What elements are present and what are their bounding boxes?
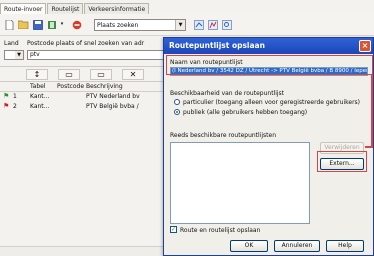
ok-button[interactable]: OK	[230, 240, 268, 252]
chevron-down-icon[interactable]: ▼	[175, 20, 185, 30]
save-route-checkbox[interactable]: ✓	[170, 226, 177, 233]
save-route-label[interactable]: Route en routelijst opslaan	[180, 227, 260, 234]
horizontal-scrollbar[interactable]	[0, 246, 168, 256]
public-radio[interactable]	[174, 109, 180, 115]
chevron-down-icon[interactable]: ▼	[15, 51, 23, 59]
row-tabel: Kant...	[30, 93, 50, 100]
place-search-combo[interactable]: Plaats zoeken ▼	[94, 19, 186, 31]
grid-header: Tabel Postcode Beschrijving	[0, 82, 168, 92]
highlight-extern-button	[317, 151, 367, 172]
table-row[interactable]: ⚑ 1 Kant... PTV Nederland bv	[0, 92, 168, 102]
land-label: Land	[4, 40, 19, 47]
column-header-postcode[interactable]: Postcode	[57, 83, 84, 90]
open-icon[interactable]	[17, 18, 30, 31]
map-icon[interactable]	[206, 18, 219, 31]
row-number: 1	[13, 93, 17, 100]
new-icon[interactable]	[3, 18, 16, 31]
cancel-button[interactable]: Annuleren	[274, 240, 320, 252]
row-number: 2	[13, 103, 17, 110]
dialog-title: Routepuntlijst opslaan	[169, 41, 265, 50]
row-tabel: Kant...	[30, 103, 50, 110]
main-toolbar: ▾ Plaats zoeken ▼	[0, 14, 374, 36]
save-icon[interactable]	[31, 18, 44, 31]
postcode-input[interactable]: ptv	[27, 50, 167, 60]
table-row[interactable]: ⚑ 2 Kant... PTV België bvba /	[0, 102, 168, 112]
column-header-tabel[interactable]: Tabel	[30, 83, 46, 90]
postcode-label: Postcode plaats of snel zoeken van adr	[27, 40, 145, 47]
place-search-value: Plaats zoeken	[97, 21, 139, 29]
tab-route-invoer[interactable]: Route-invoer	[0, 3, 47, 14]
highlight-connector	[365, 146, 373, 148]
delete-icon[interactable]: ✕	[122, 69, 144, 80]
zoom-icon[interactable]	[220, 18, 233, 31]
copy-icon[interactable]: ▭	[58, 69, 80, 80]
main-tabs: Route-invoer Routelijst Verkeersinformat…	[0, 3, 150, 14]
dialog-titlebar[interactable]: Routepuntlijst opslaan ×	[164, 38, 373, 54]
existing-lists-label: Reeds beschikbare routepuntlijsten	[170, 132, 277, 139]
tab-routelijst[interactable]: Routelijst	[47, 3, 84, 14]
help-button[interactable]: Help	[326, 240, 364, 252]
tab-verkeersinformatie[interactable]: Verkeersinformatie	[84, 3, 150, 14]
highlight-connector	[371, 75, 373, 147]
private-radio[interactable]	[174, 99, 180, 105]
grid-toolbar: ↕ ▭ ▭ ✕	[0, 66, 168, 82]
flag-icon: ⚑	[3, 92, 10, 100]
public-option-label[interactable]: publiek (alle gebruikers hebben toegang)	[183, 109, 307, 116]
existing-lists-box[interactable]	[170, 142, 310, 224]
land-select[interactable]: ▼	[4, 50, 24, 60]
availability-label: Beschikbaarheid van de routepuntlijst	[170, 90, 285, 97]
stop-icon[interactable]	[70, 18, 83, 31]
route-icon[interactable]	[192, 18, 205, 31]
row-beschrijving: PTV Nederland bv	[86, 93, 140, 100]
highlight-name-field	[166, 55, 373, 75]
flag-icon: ⚑	[3, 102, 10, 110]
private-option-label[interactable]: particulier (toegang alleen voor geregis…	[183, 99, 360, 106]
row-beschrijving: PTV België bvba /	[86, 103, 139, 110]
column-header-beschrijving[interactable]: Beschrijving	[86, 83, 123, 90]
move-icon[interactable]: ↕	[26, 69, 48, 80]
paste-icon[interactable]: ▭	[90, 69, 112, 80]
close-button[interactable]: ×	[359, 40, 371, 52]
dropdown-icon[interactable]: ▾	[57, 18, 67, 31]
